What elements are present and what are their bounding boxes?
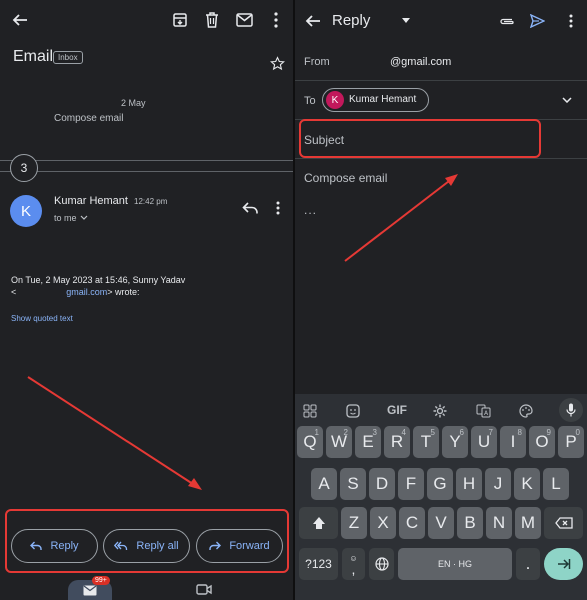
comma-key[interactable]: ☺, — [342, 548, 365, 580]
key-label: Z — [348, 513, 360, 532]
key-s[interactable]: S — [340, 468, 366, 500]
key-y[interactable]: Y6 — [442, 426, 468, 458]
key-g[interactable]: G — [427, 468, 453, 500]
key-number-hint: 5 — [430, 428, 435, 437]
space-key[interactable]: EN · HG — [398, 548, 512, 580]
key-label: D — [375, 474, 389, 493]
key-label: X — [377, 513, 389, 532]
theme-palette-icon[interactable] — [519, 404, 533, 418]
on-screen-keyboard: GIF A Q1W2E3R4T5Y6U7I8O9P0 ASDFGHJKL ZXC… — [295, 394, 587, 600]
key-label: L — [551, 474, 561, 493]
key-b[interactable]: B — [457, 507, 483, 539]
key-label: K — [521, 474, 533, 493]
key-number-hint: 1 — [314, 428, 319, 437]
key-l[interactable]: L — [543, 468, 569, 500]
enter-key[interactable] — [544, 548, 583, 580]
key-label: A — [318, 474, 330, 493]
key-n[interactable]: N — [486, 507, 512, 539]
period-key[interactable]: . — [516, 548, 540, 580]
gif-button[interactable]: GIF — [387, 403, 407, 417]
key-v[interactable]: V — [428, 507, 454, 539]
sticker-icon[interactable] — [346, 404, 360, 418]
key-w[interactable]: W2 — [326, 426, 352, 458]
reply-compose-panel: Reply From @gmail.com To K Kumar Hemant … — [295, 0, 587, 600]
key-label: C — [405, 513, 419, 532]
key-k[interactable]: K — [514, 468, 540, 500]
key-number-hint: 0 — [575, 428, 580, 437]
key-e[interactable]: E3 — [355, 426, 381, 458]
key-label: N — [492, 513, 506, 532]
key-z[interactable]: Z — [341, 507, 367, 539]
voice-input-icon[interactable] — [559, 398, 583, 422]
translate-icon[interactable]: A — [476, 404, 491, 418]
shift-key[interactable] — [299, 507, 338, 539]
key-label: J — [493, 474, 503, 493]
key-i[interactable]: I8 — [500, 426, 526, 458]
keyboard-apps-icon[interactable] — [303, 404, 317, 418]
keyboard-settings-icon[interactable] — [433, 404, 447, 418]
key-label: B — [464, 513, 476, 532]
key-number-hint: 3 — [372, 428, 377, 437]
key-h[interactable]: H — [456, 468, 482, 500]
key-label: I — [510, 432, 516, 451]
key-c[interactable]: C — [399, 507, 425, 539]
language-globe-key[interactable] — [369, 548, 394, 580]
backspace-key[interactable] — [544, 507, 583, 539]
symbols-key[interactable]: ?123 — [299, 548, 338, 580]
key-label: G — [433, 474, 447, 493]
key-r[interactable]: R4 — [384, 426, 410, 458]
key-d[interactable]: D — [369, 468, 395, 500]
key-a[interactable]: A — [311, 468, 337, 500]
key-number-hint: 6 — [459, 428, 464, 437]
key-j[interactable]: J — [485, 468, 511, 500]
email-thread-panel: Email Inbox 2 May Compose email 3 K Kuma… — [0, 0, 293, 600]
key-t[interactable]: T5 — [413, 426, 439, 458]
annotation-arrow-right — [344, 174, 458, 262]
key-x[interactable]: X — [370, 507, 396, 539]
key-number-hint: 9 — [546, 428, 551, 437]
key-m[interactable]: M — [515, 507, 541, 539]
key-o[interactable]: O9 — [529, 426, 555, 458]
key-q[interactable]: Q1 — [297, 426, 323, 458]
annotation-arrow-left — [27, 376, 202, 490]
comma-label: , — [351, 561, 356, 577]
key-label: H — [462, 474, 476, 493]
key-label: S — [347, 474, 359, 493]
key-number-hint: 2 — [343, 428, 348, 437]
key-number-hint: 4 — [401, 428, 406, 437]
key-label: V — [435, 513, 447, 532]
key-number-hint: 8 — [517, 428, 522, 437]
key-number-hint: 7 — [488, 428, 493, 437]
key-label: F — [405, 474, 417, 493]
key-label: M — [520, 513, 536, 532]
key-u[interactable]: U7 — [471, 426, 497, 458]
key-p[interactable]: P0 — [558, 426, 584, 458]
key-f[interactable]: F — [398, 468, 424, 500]
